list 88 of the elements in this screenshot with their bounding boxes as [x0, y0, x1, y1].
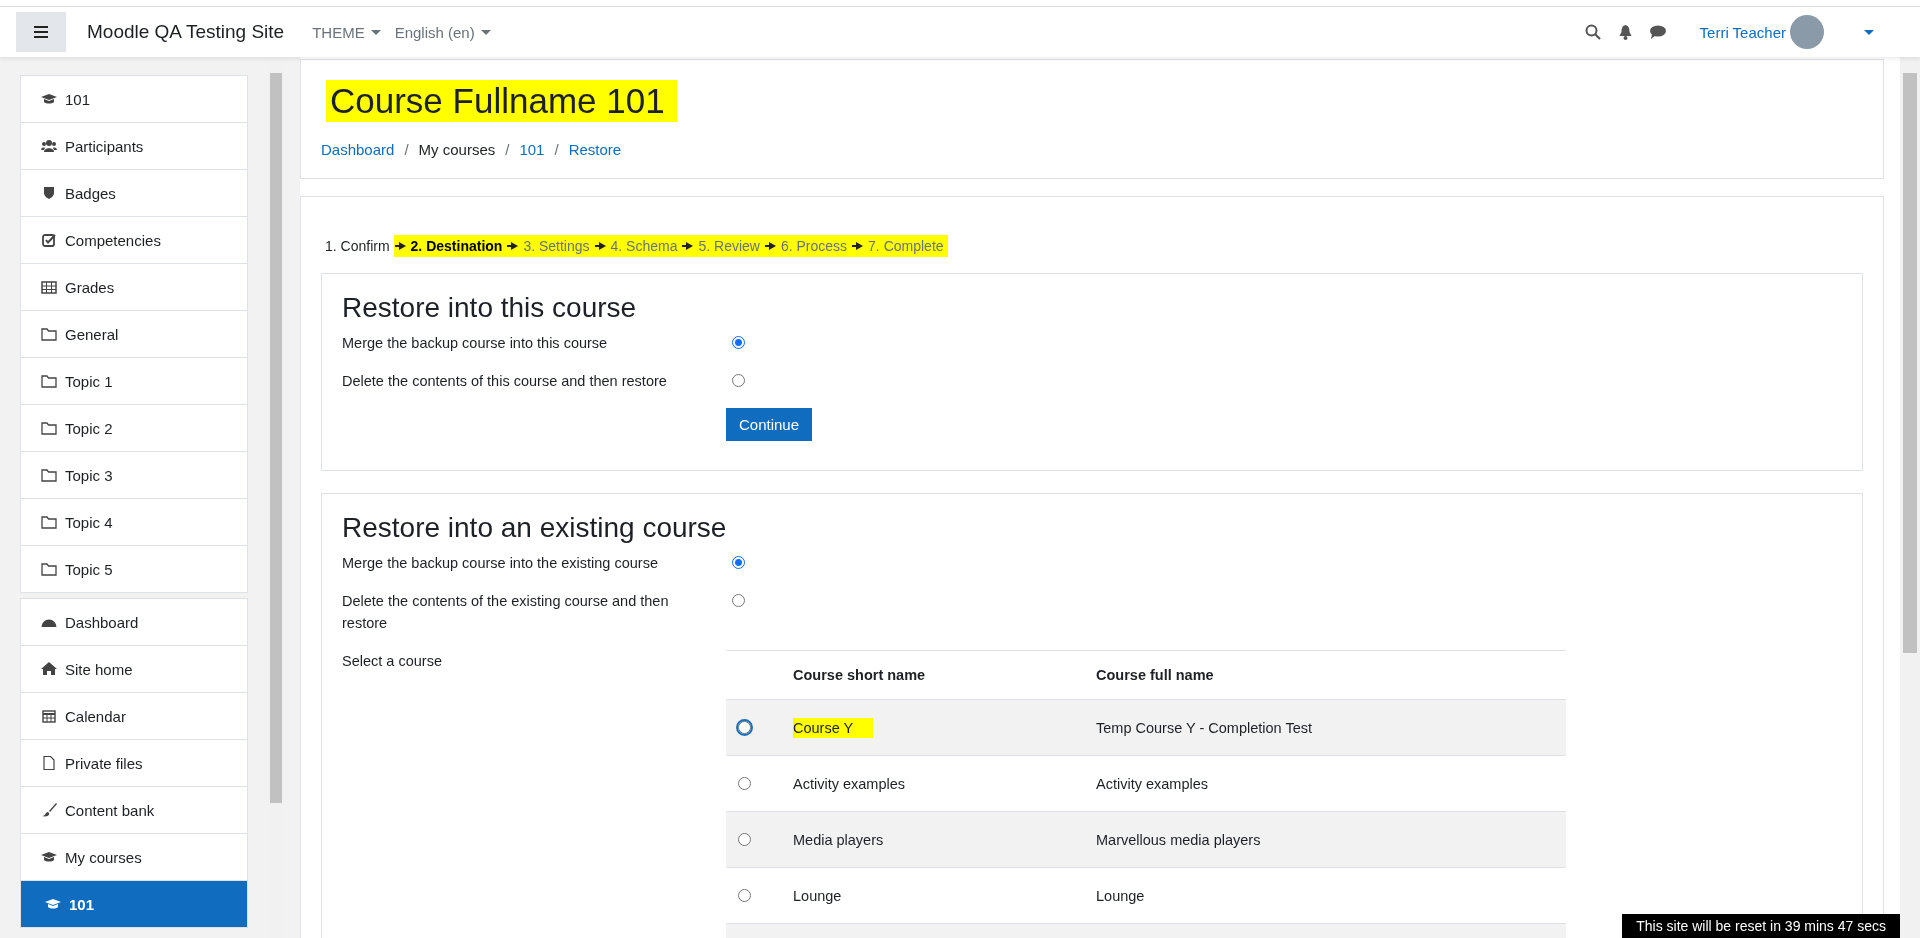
sidebar-item[interactable]: Site home: [21, 646, 247, 693]
table-cell-text: Activity examples: [1096, 774, 1209, 794]
table-cell-text: Temp Course Y - Completion Test: [1096, 718, 1313, 738]
sidebar-item[interactable]: Calendar: [21, 693, 247, 740]
option-label: Delete the contents of the existing course and then restore: [342, 592, 670, 633]
menu-button[interactable]: [16, 12, 66, 52]
folder-icon: [41, 562, 57, 576]
menu-icon: [34, 26, 48, 38]
progress-step: 7. Complete: [864, 235, 948, 257]
bell-icon[interactable]: [1618, 24, 1632, 40]
sidebar-item[interactable]: General: [21, 311, 247, 358]
radio-button[interactable]: [738, 721, 751, 734]
table-cell-text: Media players: [793, 830, 885, 850]
search-icon[interactable]: [1584, 24, 1601, 40]
brush-icon: [41, 803, 57, 817]
chat-icon[interactable]: [1649, 25, 1666, 39]
progress-step: 6. Process: [776, 235, 852, 257]
sidebar-item[interactable]: Topic 5: [21, 546, 247, 592]
breadcrumb-item[interactable]: My courses: [418, 141, 496, 158]
radio-button[interactable]: [732, 556, 745, 569]
calendar-icon: [41, 709, 57, 723]
sidebar-item[interactable]: Content bank: [21, 787, 247, 834]
section-heading: Restore into an existing course: [342, 512, 728, 544]
cap-icon: [45, 897, 61, 911]
radio-button[interactable]: [732, 336, 745, 349]
shield-icon: [41, 186, 57, 200]
option-label: Merge the backup course into this course: [342, 334, 609, 353]
progress-step: 1. Confirm: [321, 235, 394, 257]
progress-step: 4. Schema: [606, 235, 682, 257]
nav-dropdown[interactable]: English (en): [394, 23, 491, 41]
radio-button[interactable]: [738, 833, 751, 846]
sidebar-item[interactable]: Badges: [21, 170, 247, 217]
column-header: Course full name: [1096, 667, 1215, 683]
breadcrumb-item[interactable]: Restore: [568, 141, 622, 158]
folder-icon: [41, 421, 57, 435]
progress-step: 2. Destination: [406, 235, 507, 257]
table-cell-text: Activity examples: [793, 774, 906, 794]
course-title: Course Fullname 101: [326, 80, 677, 122]
table-cell-text: Lounge: [793, 886, 843, 906]
table-cell-text: Marvellous media players: [1096, 830, 1262, 850]
sidebar-item[interactable]: Participants: [21, 123, 247, 170]
radio-button[interactable]: [738, 889, 751, 902]
breadcrumb-item[interactable]: Dashboard: [321, 141, 395, 158]
people-icon: [41, 139, 57, 153]
user-name-link[interactable]: Terri Teacher: [1699, 23, 1786, 41]
sidebar-item[interactable]: Private files: [21, 740, 247, 787]
continue-button[interactable]: Continue: [726, 408, 813, 441]
sidebar-item[interactable]: Topic 4: [21, 499, 247, 546]
sidebar-item[interactable]: Topic 3: [21, 452, 247, 499]
folder-icon: [41, 374, 57, 388]
progress-step: 3. Settings: [519, 235, 594, 257]
sidebar-item[interactable]: 101: [21, 76, 247, 123]
breadcrumb-separator: /: [404, 141, 409, 158]
sidebar-item[interactable]: Topic 2: [21, 405, 247, 452]
folder-icon: [41, 468, 57, 482]
radio-button[interactable]: [732, 374, 745, 387]
cap-icon: [41, 92, 57, 106]
caret-icon[interactable]: [1864, 29, 1874, 35]
progress-step: 5. Review: [694, 235, 764, 257]
file-icon: [41, 756, 57, 770]
reset-notice: This site will be reset in 39 mins 47 secs: [1622, 914, 1900, 938]
breadcrumb-separator: /: [505, 141, 510, 158]
sidebar-item[interactable]: Competencies: [21, 217, 247, 264]
home-icon: [41, 662, 57, 676]
sidebar-item[interactable]: Grades: [21, 264, 247, 311]
folder-icon: [41, 515, 57, 529]
field-label: Select a course: [342, 652, 443, 671]
breadcrumb-separator: /: [554, 141, 559, 158]
section-heading: Restore into this course: [342, 292, 638, 324]
sidebar-item[interactable]: 101: [21, 881, 247, 927]
nav-dropdown[interactable]: THEME: [312, 23, 381, 41]
folder-icon: [41, 327, 57, 341]
option-label: Merge the backup course into the existing course: [342, 554, 659, 573]
option-label: Delete the contents of this course and then restore: [342, 372, 668, 391]
sidebar-item[interactable]: Topic 1: [21, 358, 247, 405]
radio-button[interactable]: [738, 777, 751, 790]
table-cell: Course Y: [793, 717, 874, 738]
breadcrumb-item[interactable]: 101: [519, 141, 545, 158]
check-icon: [41, 233, 57, 247]
radio-button[interactable]: [732, 594, 745, 607]
sidebar-item[interactable]: Dashboard: [21, 599, 247, 646]
page-scrollbar[interactable]: [1900, 57, 1920, 938]
site-name-link[interactable]: Moodle QA Testing Site: [87, 21, 285, 43]
avatar-circle[interactable]: [1790, 15, 1824, 49]
table-icon: [41, 280, 57, 294]
column-header: Course short name: [793, 667, 927, 683]
cap-icon: [41, 850, 57, 864]
table-cell-text: Lounge: [1096, 886, 1146, 906]
